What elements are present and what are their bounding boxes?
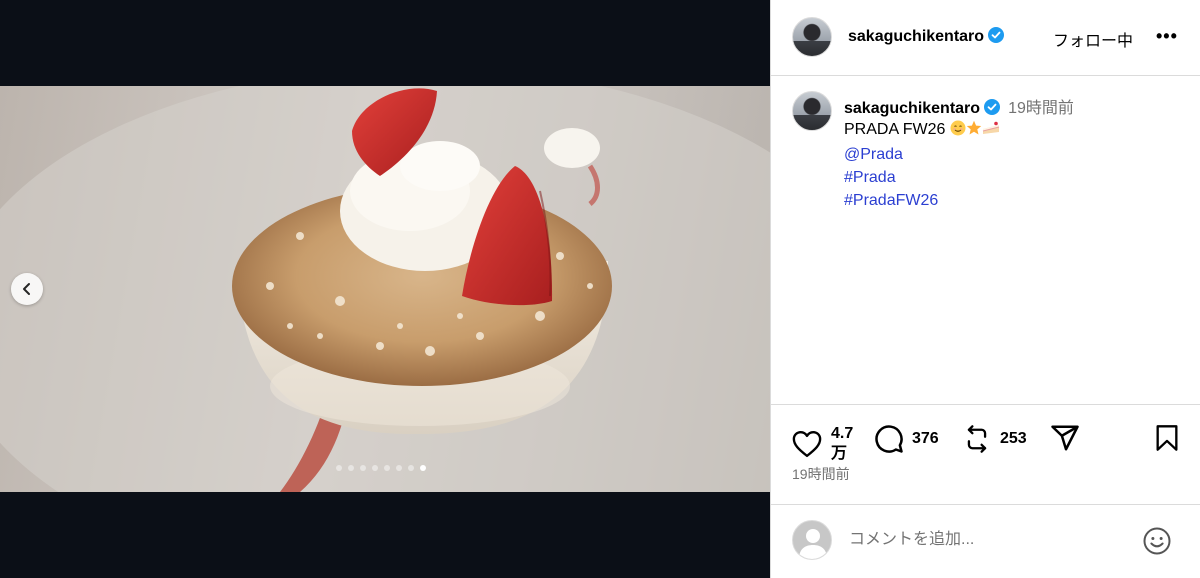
comment-button[interactable]: 376 (874, 424, 939, 454)
post-side-panel: sakaguchikentaro フォロー中 ••• sakaguchikent… (771, 0, 1200, 578)
like-count[interactable]: 4.7万 (831, 424, 855, 464)
following-button[interactable]: フォロー中 (1053, 27, 1133, 51)
verified-badge-icon (988, 27, 1005, 48)
hashtag-link[interactable]: #Prada (844, 166, 1000, 189)
comment-bubble-icon (875, 425, 903, 453)
comment-count: 376 (912, 430, 939, 447)
save-button[interactable] (1155, 424, 1179, 452)
dessert-illustration (0, 86, 770, 492)
post-caption: sakaguchikentaro 19時間前 PRADA FW26 @Prada… (771, 76, 1200, 404)
emoji-picker-button[interactable] (1142, 526, 1172, 561)
caption-timestamp: 19時間前 (1008, 100, 1074, 117)
repost-button[interactable]: 253 (963, 424, 1027, 454)
carousel-indicator (336, 465, 426, 471)
add-comment-row (771, 504, 1200, 578)
author-username[interactable]: sakaguchikentaro (848, 28, 984, 45)
more-options-icon[interactable]: ••• (1156, 26, 1178, 47)
current-user-avatar (792, 520, 832, 560)
bookmark-icon (1156, 425, 1178, 451)
hashtag-link[interactable]: #PradaFW26 (844, 189, 1000, 212)
author-avatar[interactable] (792, 17, 832, 57)
post-timestamp: 19時間前 (792, 466, 850, 482)
caption-title-row: PRADA FW26 (844, 118, 1000, 143)
caption-avatar[interactable] (792, 91, 832, 131)
caption-title: PRADA FW26 (844, 121, 946, 138)
default-avatar-icon (799, 529, 827, 559)
caption-username[interactable]: sakaguchikentaro (844, 100, 980, 117)
post-photo[interactable] (0, 86, 770, 492)
carousel-dot (384, 465, 390, 471)
post-actions: 4.7万 376 253 19時間前 (771, 404, 1200, 504)
smiling-face-emoji-icon (950, 120, 966, 143)
media-pane (0, 0, 770, 578)
carousel-dot (396, 465, 402, 471)
comment-input[interactable] (849, 529, 1129, 551)
carousel-dot (372, 465, 378, 471)
heart-icon (792, 430, 822, 458)
share-button[interactable] (1050, 424, 1080, 452)
repost-icon (967, 425, 987, 453)
cake-emoji-icon (982, 120, 1000, 143)
smiley-icon (1143, 527, 1171, 555)
post-header: sakaguchikentaro フォロー中 ••• (771, 0, 1200, 76)
carousel-dot (348, 465, 354, 471)
carousel-dot (408, 465, 414, 471)
like-button[interactable]: 4.7万 (792, 424, 855, 464)
caption-text: PRADA FW26 @Prada #Prada #PradaFW26 (844, 118, 1000, 212)
carousel-dot (420, 465, 426, 471)
verified-badge-icon (984, 99, 1001, 120)
star-emoji-icon (966, 120, 982, 143)
repost-count: 253 (1000, 430, 1027, 447)
mention-link[interactable]: @Prada (844, 143, 1000, 166)
author-username-row: sakaguchikentaro (848, 27, 1005, 48)
carousel-dot (360, 465, 366, 471)
chevron-left-icon (23, 283, 30, 295)
send-icon (1051, 425, 1079, 451)
caption-header: sakaguchikentaro 19時間前 (844, 94, 1074, 120)
carousel-dot (336, 465, 342, 471)
carousel-prev-button[interactable] (11, 273, 43, 305)
